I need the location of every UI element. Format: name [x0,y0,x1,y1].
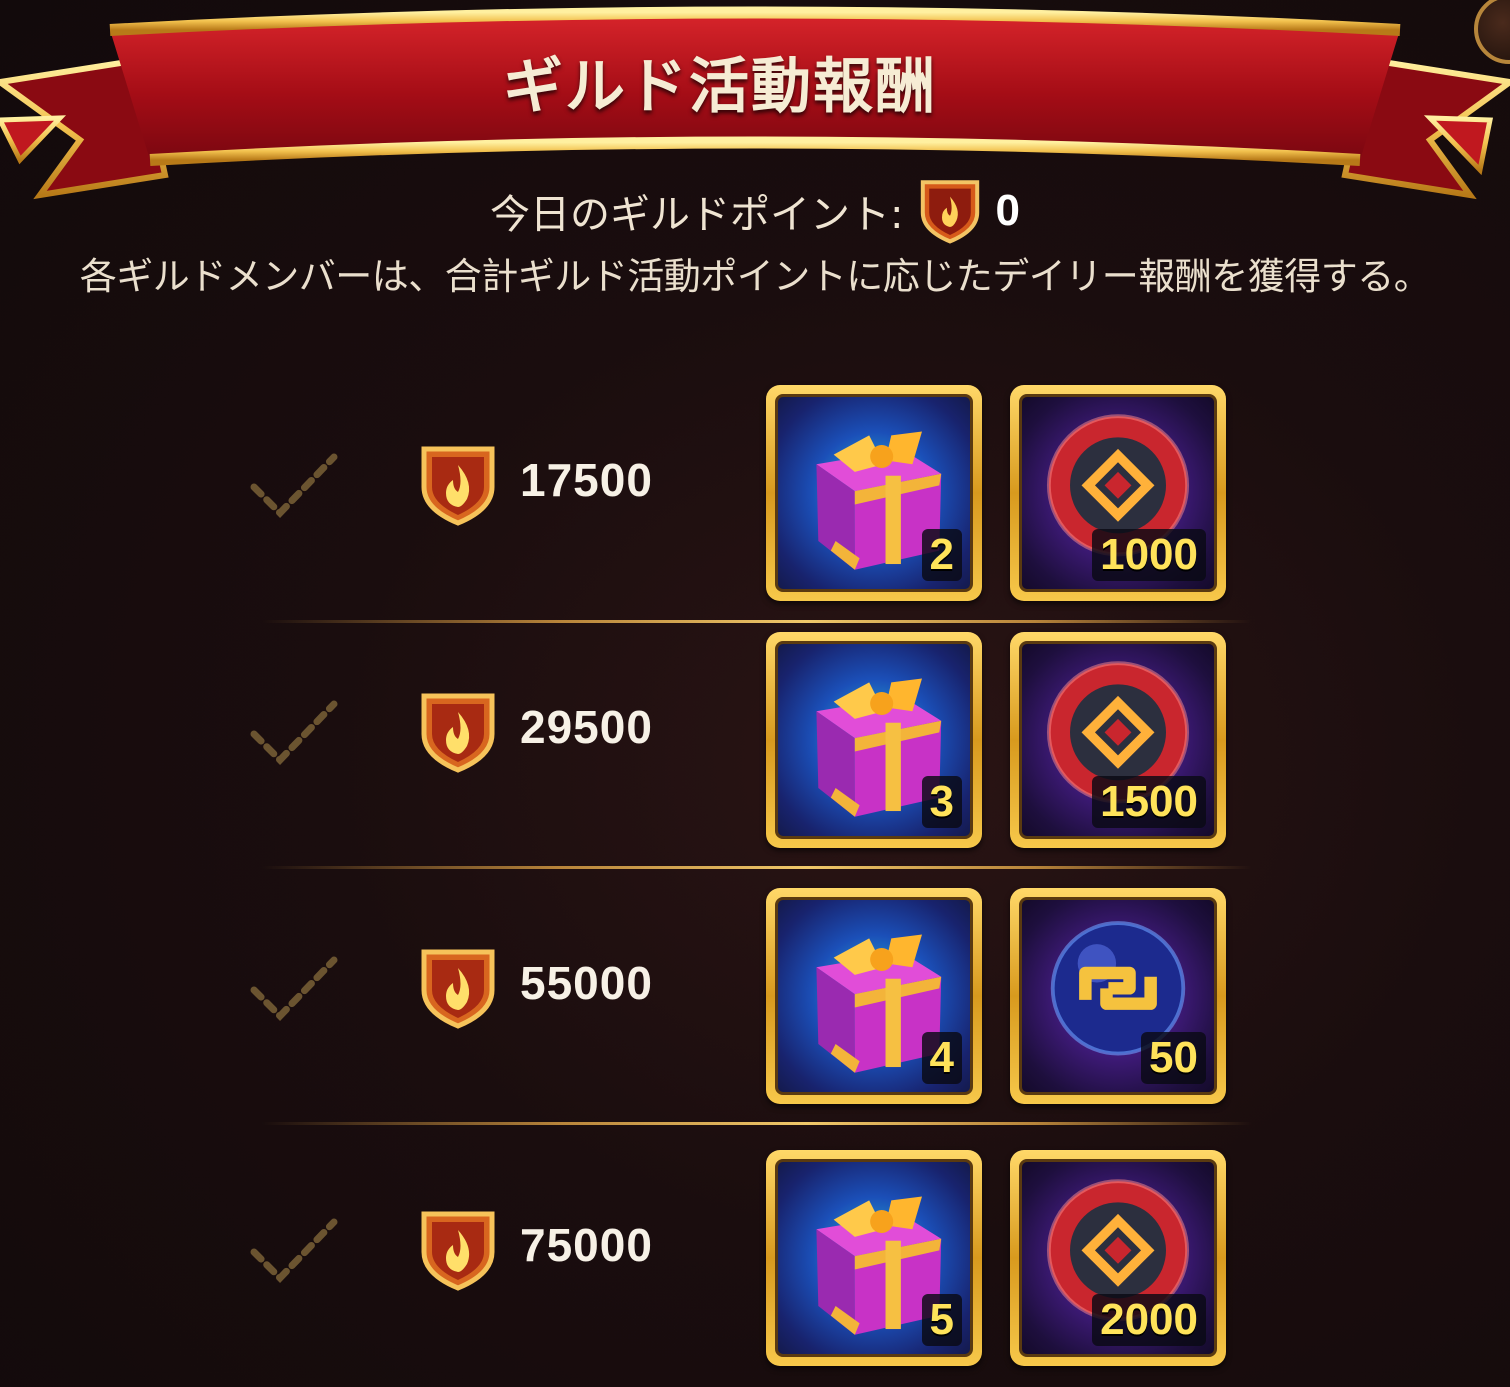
reward-quantity: 4 [921,1032,962,1084]
guild-points-label: 今日のギルドポイント: [490,192,904,238]
reward-description: 各ギルドメンバーは、合計ギルド活動ポイントに応じたデイリー報酬を獲得する。 [79,255,1431,298]
blue-orb-icon: 50 [1019,897,1217,1095]
gift-box-icon: 5 [775,1159,973,1357]
guild-points-value: 0 [995,186,1020,235]
reward-row: 29500 3 1500 [0,632,1510,862]
required-points: 55000 [520,957,653,1009]
row-divider [262,620,1252,623]
red-emblem-coin-icon: 1500 [1019,641,1217,839]
check-mark-icon [246,950,342,1030]
red-emblem-coin-icon: 2000 [1019,1159,1217,1357]
reward-item-gift-box[interactable]: 5 [766,1150,982,1366]
gift-box-icon: 3 [775,641,973,839]
reward-item-gift-box[interactable]: 3 [766,632,982,848]
reward-item-blue-orb[interactable]: 50 [1010,888,1226,1104]
reward-quantity: 3 [921,776,962,828]
row-divider [262,866,1252,869]
reward-row: 75000 5 2000 [0,1150,1510,1380]
reward-quantity: 5 [921,1294,962,1346]
required-points: 17500 [520,454,653,506]
reward-row: 55000 4 50 [0,888,1510,1118]
gift-box-icon: 2 [775,394,973,592]
reward-quantity: 1000 [1092,529,1206,581]
required-points: 29500 [520,701,653,753]
reward-quantity: 2000 [1092,1294,1206,1346]
check-mark-icon [246,694,342,774]
guild-point-shield-icon [418,690,498,774]
gift-box-icon: 4 [775,897,973,1095]
red-emblem-coin-icon: 1000 [1019,394,1217,592]
today-guild-points: 今日のギルドポイント: 0 [0,176,1510,246]
reward-item-red-emblem-coin[interactable]: 1000 [1010,385,1226,601]
reward-row: 17500 2 1000 [0,385,1510,615]
reward-item-red-emblem-coin[interactable]: 2000 [1010,1150,1226,1366]
reward-item-gift-box[interactable]: 4 [766,888,982,1104]
guild-point-shield-icon [920,180,979,244]
row-divider [262,1122,1252,1125]
required-points: 75000 [520,1219,653,1271]
reward-quantity: 50 [1141,1032,1206,1084]
reward-item-gift-box[interactable]: 2 [766,385,982,601]
reward-quantity: 1500 [1092,776,1206,828]
guild-point-shield-icon [418,1208,498,1292]
reward-quantity: 2 [921,529,962,581]
guild-point-shield-icon [418,443,498,527]
check-mark-icon [246,1212,342,1292]
check-mark-icon [246,447,342,527]
guild-point-shield-icon [418,946,498,1030]
reward-item-red-emblem-coin[interactable]: 1500 [1010,632,1226,848]
page-title: ギルド活動報酬 [503,52,937,122]
